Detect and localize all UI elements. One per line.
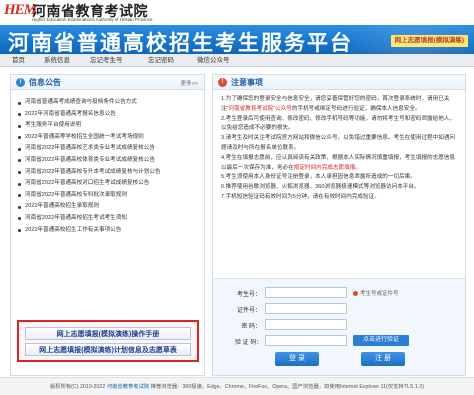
- platform-title: 河南省普通高校招生考生服务平台: [8, 32, 353, 54]
- student-id-row: 考生号： 考生号或证件号: [213, 287, 465, 300]
- captcha-input[interactable]: [265, 335, 347, 346]
- note-paragraph: 6.推荐使用谷歌浏览器、火狐浏览器、360浏览器极速模式等浏览器访问本平台。: [221, 184, 420, 191]
- register-button[interactable]: 注 册: [361, 352, 405, 366]
- nav-system-info[interactable]: 系统信息: [44, 54, 70, 67]
- note-paragraph: 7.手机短信验证码有效时间为5分钟，请在有效时间内完成验证。: [221, 193, 380, 200]
- captcha-verify-button[interactable]: 点击进行验证: [353, 335, 409, 346]
- note-paragraph: 3.请考生及时关注考试院官方网站和微信公众号，以免错过重要信息。考生在使用过程中…: [221, 135, 456, 151]
- info-icon: i: [16, 78, 25, 87]
- note-highlight: 规定时间内完成志愿填报: [293, 164, 356, 171]
- nav-forgot-password[interactable]: 忘记密码: [148, 54, 174, 67]
- announcement-item[interactable]: 河南省2022年普通高校专升本考试成绩复核与计划公告: [17, 167, 200, 179]
- announcement-item[interactable]: 河南省2022年普通高校专科批次录取规则: [17, 190, 200, 202]
- id-card-input[interactable]: [265, 303, 347, 314]
- announcement-item[interactable]: 2022年河南省普通高考报名信息公告: [17, 109, 200, 121]
- institution-english-name: Higher Education Examinations Authority …: [32, 17, 153, 22]
- hint-dot-icon: [353, 291, 358, 296]
- student-id-hint: 考生号或证件号: [353, 289, 399, 297]
- captcha-row: 验 证 码： 点击进行验证: [213, 335, 465, 348]
- plan-info-button[interactable]: 网上志愿填报(模拟演练)计划信息及志愿草表: [25, 343, 191, 356]
- institution-logo[interactable]: HEM: [4, 2, 37, 22]
- note-paragraph: 1.为了确保您的登录安全与信息安全，请您妥善保管好您的密码，首次登录系统时，请用…: [221, 96, 450, 112]
- notes-header: ! 注意事项: [213, 75, 465, 90]
- id-card-row: 证件号：: [213, 303, 465, 316]
- password-input[interactable]: [265, 319, 347, 330]
- site-header: HEM 河南省教育考试院 Higher Education Examinatio…: [0, 0, 474, 25]
- notes-login-panel: ! 注意事项 1.为了确保您的登录安全与信息安全，请您妥善保管好您的密码，首次登…: [212, 74, 466, 376]
- login-button[interactable]: 登 录: [275, 352, 319, 366]
- student-id-hint-text: 考生号或证件号: [360, 291, 399, 297]
- more-link[interactable]: 更多>>: [181, 79, 198, 87]
- announcements-title: 信息公告: [29, 78, 61, 87]
- nav-home[interactable]: 首页: [12, 54, 25, 67]
- announcement-item[interactable]: 河南省2022年普通高校招生考试考生须知: [17, 213, 200, 225]
- org-link[interactable]: 河南省教育考试院: [107, 384, 149, 390]
- announcement-item[interactable]: 2022年普通高校招生工作有关事项公告: [17, 225, 200, 237]
- nav-forgot-student-id[interactable]: 忘记考生号: [90, 54, 123, 67]
- password-row: 密 码：: [213, 319, 465, 332]
- operation-manual-button[interactable]: 网上志愿填报(模拟演练)操作手册: [25, 327, 191, 340]
- browser-recommendation: 推荐浏览器：360极速、Edge、Chrome、FireFox、Opera、国产…: [150, 384, 425, 390]
- note-paragraph: 4.考生在填报志愿前，应认真阅读有关政策，根据本人实际情况慎重填报，考生填报的志…: [221, 154, 456, 171]
- student-id-label: 考生号：: [236, 292, 261, 298]
- site-footer: 版权所有(C) 2010-2022 河南省教育考试院 推荐浏览器：360极速、E…: [0, 377, 474, 395]
- announcement-item[interactable]: 考生服务平台使用说明: [17, 120, 200, 132]
- platform-banner: 河南省普通高校招生考生服务平台 网上志愿填报(模拟演练): [0, 25, 474, 54]
- id-card-label: 证件号：: [236, 308, 261, 314]
- announcement-list: 河南省普通高考成绩查询与投档条件公告方式 2022年河南省普通高考报名信息公告 …: [17, 97, 200, 236]
- announcement-item[interactable]: 河南省2022年普通高校艺术类专业考试成绩复核公告: [17, 143, 200, 155]
- main-nav: 首页 系统信息 忘记考生号 忘记密码 微信公众号: [0, 54, 474, 67]
- note-paragraph: 5.考生须使用本人身份证号注册登录，本人承担因信息泄露所造成的一切后果。: [221, 174, 416, 181]
- announcement-item[interactable]: 河南省2022年普通高校对口招生考试成绩复核公告: [17, 178, 200, 190]
- announcement-item[interactable]: 2022年普通高校招生录取规则: [17, 201, 200, 213]
- copyright-text: 版权所有(C) 2010-2022: [49, 384, 106, 390]
- volunteer-promo-box: 网上志愿填报(模拟演练)操作手册 网上志愿填报(模拟演练)计划信息及志愿草表: [17, 320, 199, 362]
- password-label: 密 码：: [241, 324, 261, 330]
- notes-title: 注意事项: [231, 78, 263, 87]
- announcement-item[interactable]: 河南省普通高考成绩查询与投档条件公告方式: [17, 97, 200, 109]
- captcha-label: 验 证 码：: [235, 340, 263, 346]
- nav-wechat-account[interactable]: 微信公众号: [197, 54, 230, 67]
- note-highlight: “河南省教育考试院”公众号: [226, 105, 292, 112]
- notes-content: 1.为了确保您的登录安全与信息安全，请您妥善保管好您的密码，首次登录系统时，请用…: [221, 95, 459, 203]
- announcements-header: i 信息公告 更多>>: [11, 75, 204, 90]
- student-id-input[interactable]: [265, 287, 347, 298]
- note-paragraph: 2.考生登录后可使用查询、修改密码、修改手机号码等功能，请勿将考生号和密码泄露给…: [221, 115, 456, 132]
- volunteer-simulation-link[interactable]: 网上志愿填报(模拟演练): [390, 35, 468, 47]
- warning-icon: !: [218, 78, 227, 87]
- login-form: 考生号： 考生号或证件号 证件号： 密 码： 验 证 码： 点击进行验证 登 录…: [213, 278, 465, 375]
- announcement-item[interactable]: 2022年普通高等学校招生全国统一考试考场规则: [17, 132, 200, 144]
- announcement-item[interactable]: 河南省2022年普通高校体育类专业考试成绩复核公告: [17, 155, 200, 167]
